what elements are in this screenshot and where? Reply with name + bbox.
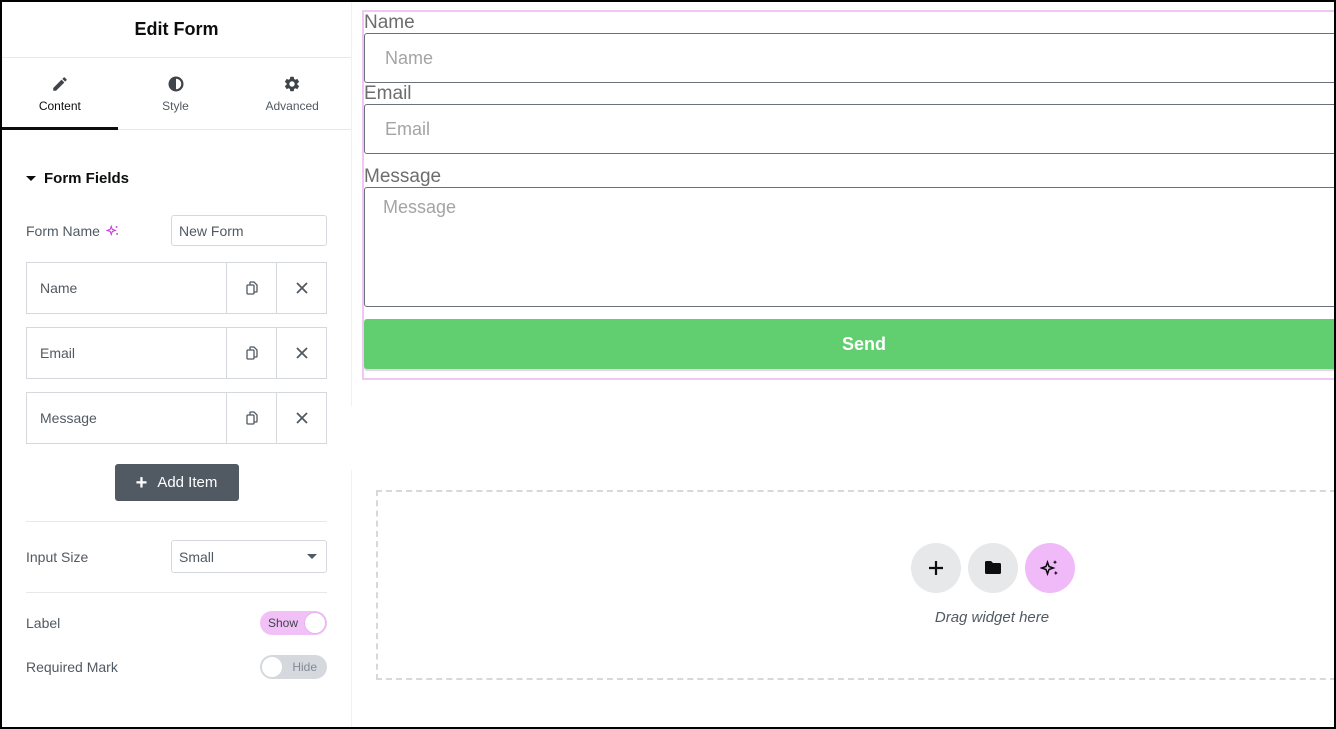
name-field-label: Name: [364, 12, 415, 33]
send-button[interactable]: Send: [364, 319, 1334, 369]
required-mark-label: Required Mark: [26, 659, 118, 675]
repeater-item: Email: [26, 327, 327, 379]
gear-icon: [285, 76, 300, 91]
widget-dropzone[interactable]: Drag widget here: [376, 490, 1334, 680]
toggle-knob: [261, 656, 283, 678]
duplicate-button[interactable]: [226, 263, 276, 313]
required-mark-control: Required Mark Hide: [26, 655, 327, 679]
add-section-button[interactable]: [911, 543, 961, 593]
preview-canvas: Name Email Message Send Drag widget here: [353, 2, 1334, 727]
pencil-icon: [53, 76, 67, 91]
ai-build-button[interactable]: [1025, 543, 1075, 593]
close-icon: [295, 282, 308, 294]
tab-style[interactable]: Style: [118, 58, 234, 129]
divider: [26, 592, 327, 593]
close-icon: [295, 347, 308, 359]
tab-advanced[interactable]: Advanced: [233, 58, 351, 129]
form-name-label-text: Form Name: [26, 222, 100, 239]
editor-window: Edit Form Content Style Advanced Form Fi…: [2, 2, 1334, 727]
label-toggle[interactable]: Show: [260, 611, 327, 635]
form-name-input[interactable]: [171, 215, 327, 246]
remove-button[interactable]: [276, 328, 326, 378]
form-widget[interactable]: Name Email Message Send: [362, 10, 1334, 380]
dropzone-hint: Drag widget here: [934, 609, 1050, 626]
duplicate-button[interactable]: [226, 328, 276, 378]
input-size-control: Input Size Small: [26, 540, 327, 573]
close-icon: [295, 412, 308, 424]
form-fields-section: Form Fields Form Name Name: [2, 170, 351, 679]
message-field-label: Message: [364, 166, 442, 187]
add-item-label: Add Item: [157, 474, 218, 491]
ai-sparkle-icon[interactable]: [105, 224, 120, 238]
repeater-item: Name: [26, 262, 327, 314]
duplicate-button[interactable]: [226, 393, 276, 443]
email-field-label: Email: [364, 83, 412, 104]
plus-icon: [929, 561, 943, 575]
templates-button[interactable]: [968, 543, 1018, 593]
panel-title: Edit Form: [134, 19, 219, 39]
form-fields-repeater: Name Email Message: [26, 262, 327, 444]
repeater-item-title[interactable]: Message: [27, 393, 226, 443]
tab-style-label: Style: [162, 98, 189, 113]
remove-button[interactable]: [276, 393, 326, 443]
label-control: Label Show: [26, 611, 327, 635]
repeater-item: Message: [26, 392, 327, 444]
required-mark-toggle[interactable]: Hide: [260, 655, 327, 679]
remove-button[interactable]: [276, 263, 326, 313]
repeater-item-title[interactable]: Email: [27, 328, 226, 378]
editor-sidebar: Edit Form Content Style Advanced Form Fi…: [2, 2, 352, 727]
panel-tabs: Content Style Advanced: [2, 58, 351, 130]
input-size-select[interactable]: Small: [171, 540, 327, 573]
toggle-knob: [304, 612, 326, 634]
plus-icon: +: [135, 471, 148, 494]
name-field-input[interactable]: [364, 33, 1334, 83]
label-toggle-state: Show: [268, 616, 299, 630]
sidebar-header: Edit Form: [2, 2, 351, 58]
email-field-input[interactable]: [364, 104, 1334, 154]
copy-icon: [245, 281, 258, 295]
label-toggle-label: Label: [26, 615, 61, 631]
copy-icon: [245, 411, 258, 425]
repeater-item-title[interactable]: Name: [27, 263, 226, 313]
tab-content-label: Content: [38, 98, 81, 113]
input-size-value: Small: [179, 548, 215, 565]
tab-advanced-label: Advanced: [265, 98, 319, 113]
half-circle-icon: [168, 76, 183, 91]
required-mark-state: Hide: [292, 660, 317, 674]
ai-sparkle-icon: [1040, 559, 1058, 577]
form-name-label: Form Name: [26, 223, 120, 239]
folder-icon: [985, 561, 1001, 574]
form-name-control: Form Name: [26, 215, 327, 246]
caret-down-icon: [26, 176, 36, 181]
input-size-label: Input Size: [26, 548, 89, 565]
divider: [26, 521, 327, 522]
section-title: Form Fields: [44, 170, 130, 187]
dropzone-actions: [911, 543, 1075, 593]
message-field-input[interactable]: [364, 187, 1334, 307]
tab-content[interactable]: Content: [2, 58, 118, 130]
copy-icon: [245, 346, 258, 360]
form-fields-section-toggle[interactable]: Form Fields: [26, 170, 327, 187]
chevron-down-icon: [307, 554, 317, 559]
add-item-button[interactable]: + Add Item: [114, 464, 239, 501]
